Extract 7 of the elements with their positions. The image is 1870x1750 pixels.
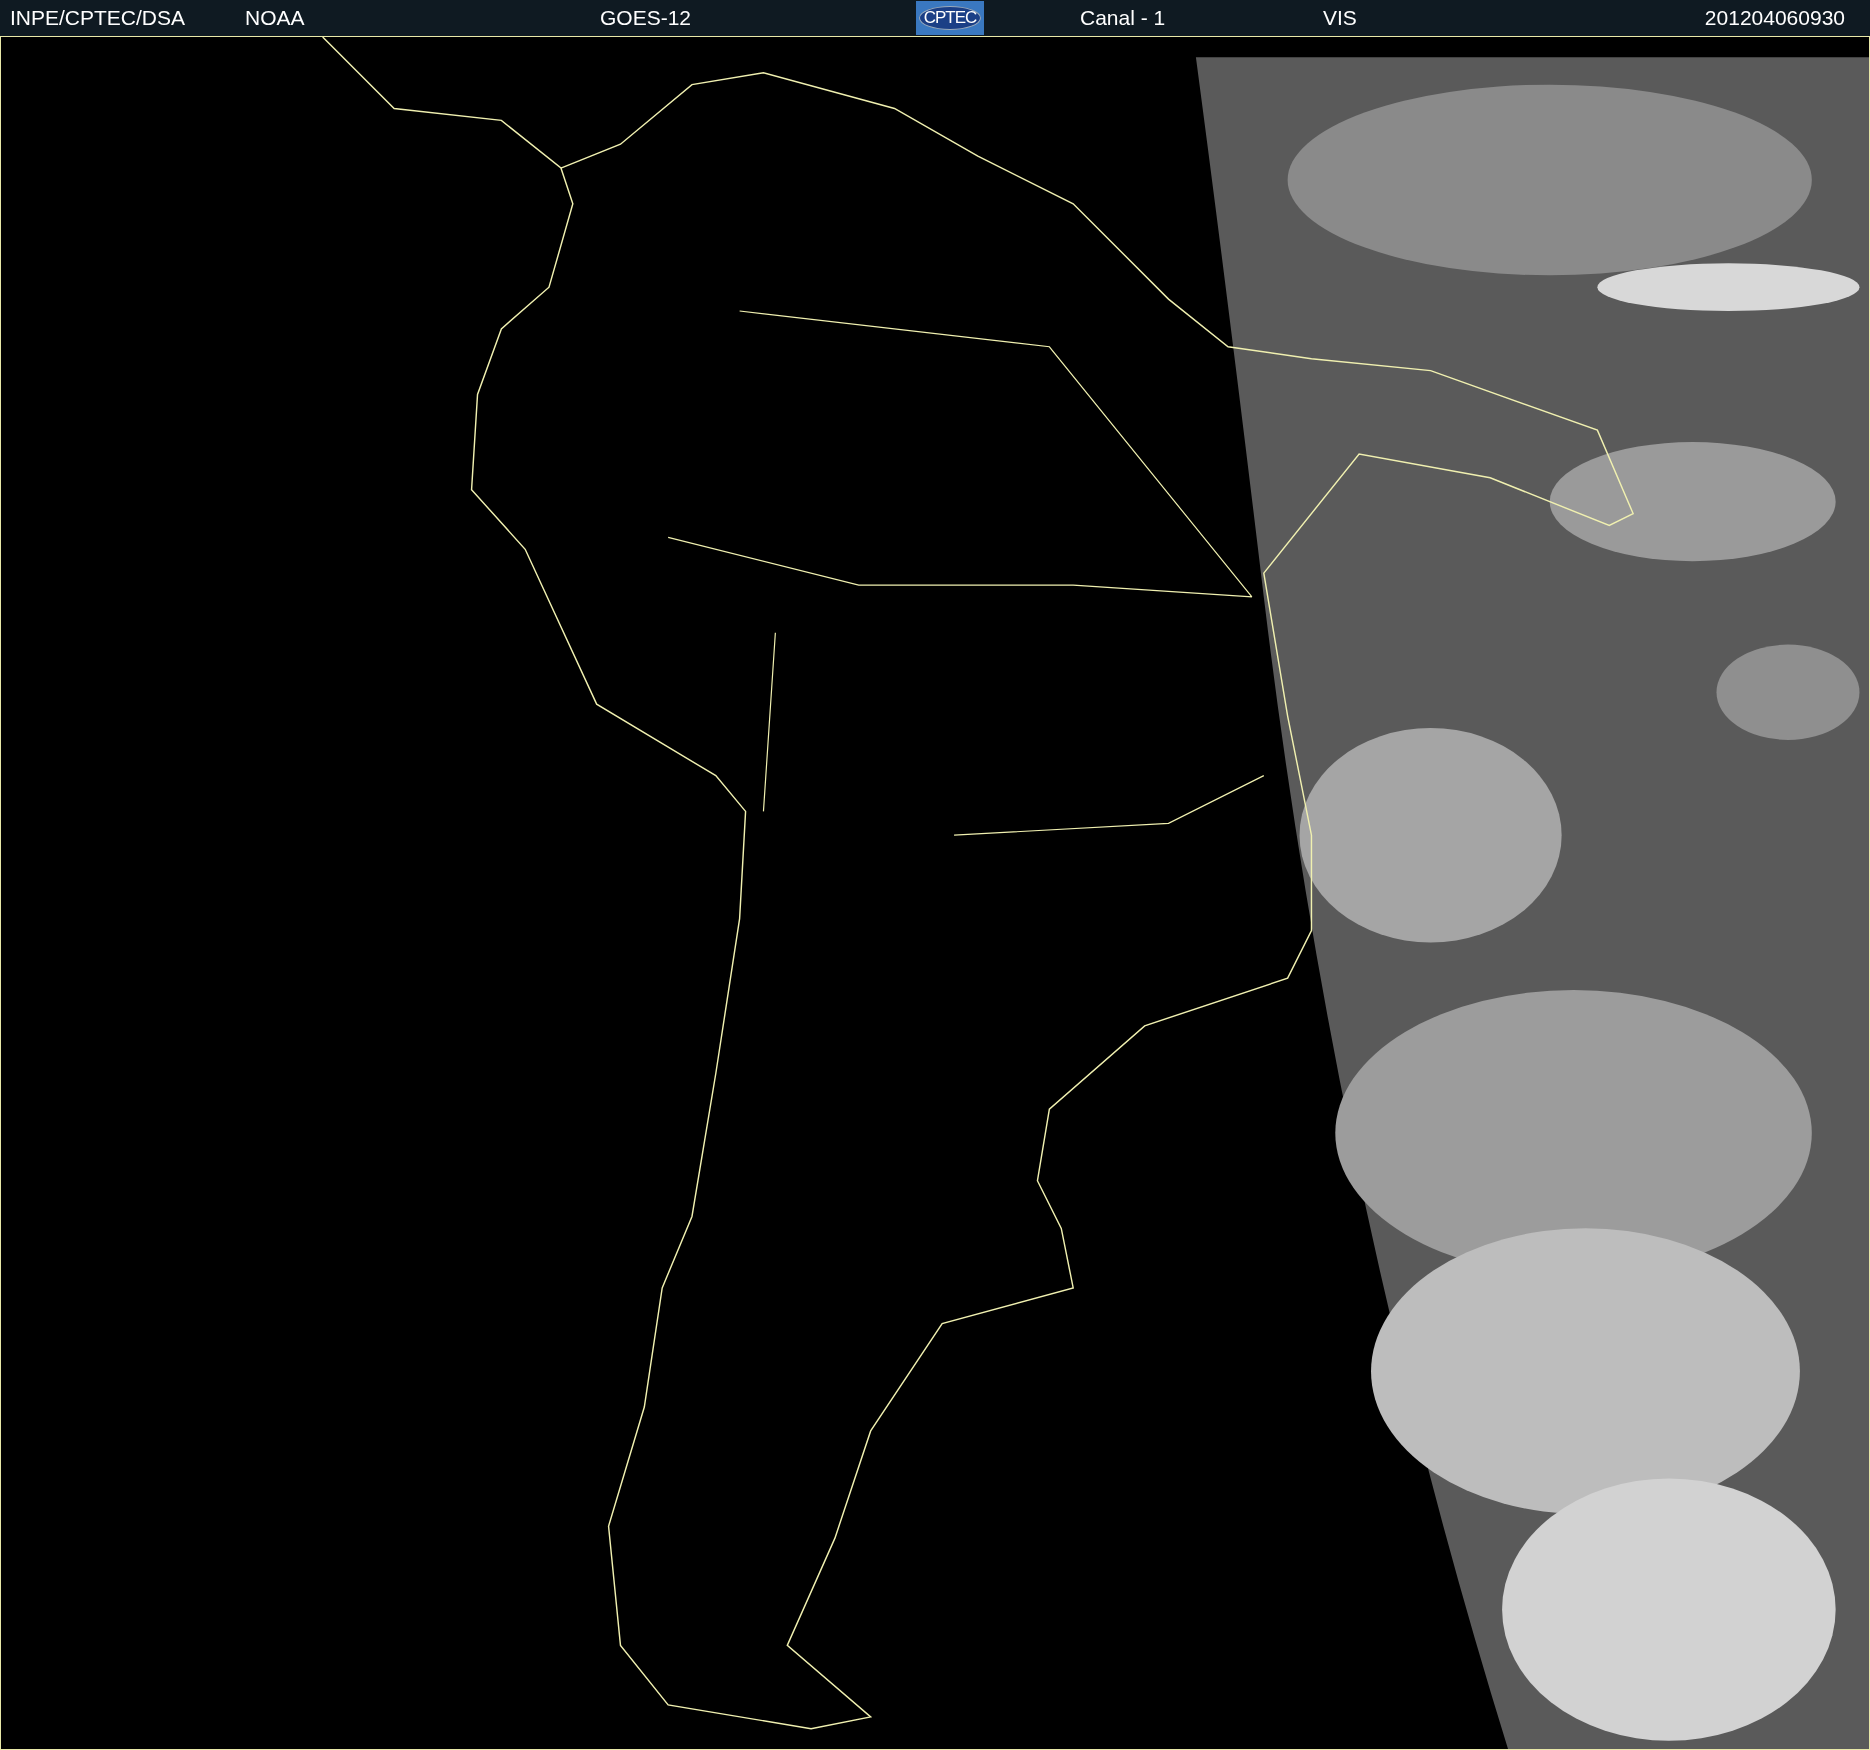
satellite-label: GOES-12	[600, 6, 693, 30]
channel-label: Canal - 1	[1080, 6, 1167, 30]
institution-label: INPE/CPTEC/DSA	[10, 6, 187, 30]
timestamp-label: 201204060930	[1704, 6, 1845, 30]
band-label: VIS	[1323, 6, 1358, 30]
logo: CPTEC	[916, 1, 984, 35]
agency-label: NOAA	[245, 6, 306, 30]
